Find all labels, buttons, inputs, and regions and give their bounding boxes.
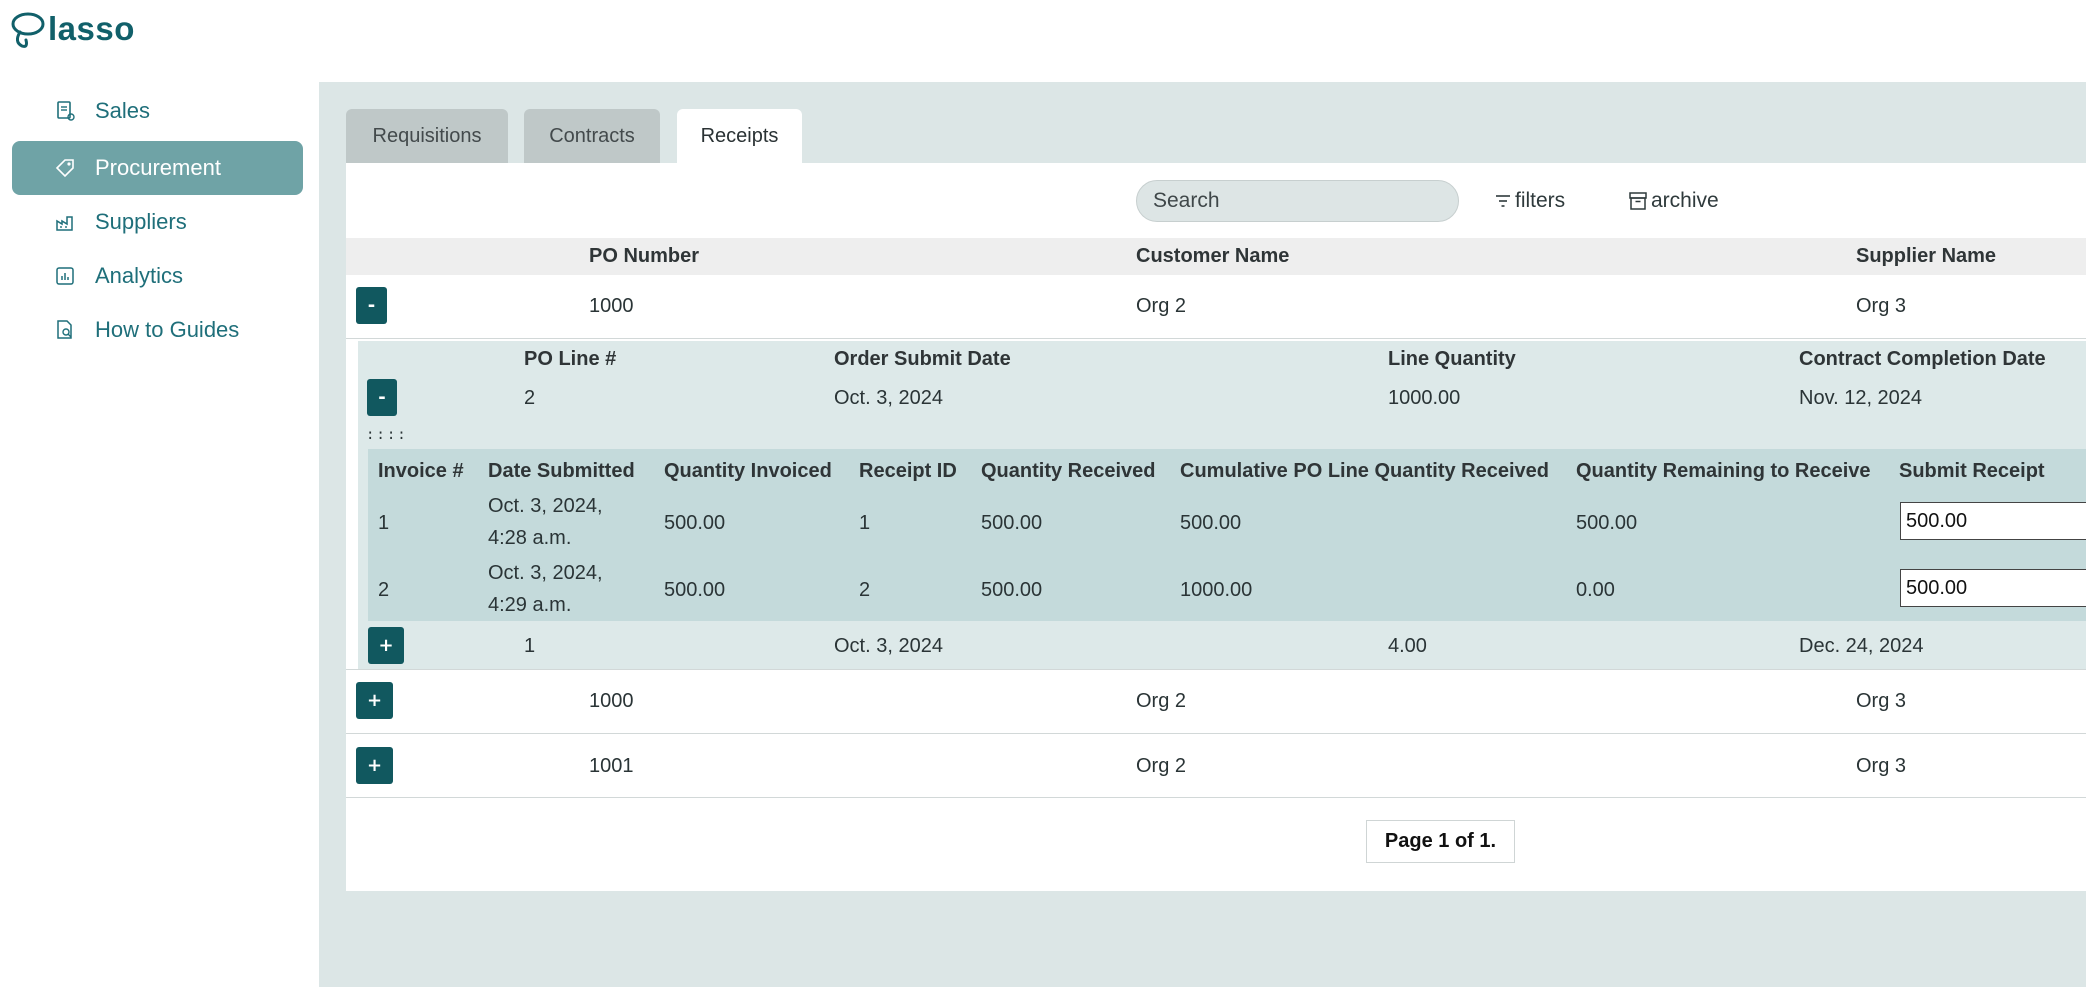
submit-receipt-input[interactable]: 500.00 [1900, 502, 2086, 540]
sidebar-item-label: How to Guides [95, 317, 240, 342]
chart-icon [56, 267, 74, 285]
column-header-line-quantity: Line Quantity [1388, 348, 1516, 370]
guide-icon [57, 320, 72, 339]
sidebar-item-analytics[interactable]: Analytics [12, 249, 303, 303]
date-submitted-cell: Oct. 3, 2024, [488, 495, 603, 517]
sidebar-item-suppliers[interactable]: Suppliers [12, 195, 303, 249]
po-number-cell: 1000 [589, 295, 634, 317]
column-header-quantity-received: Quantity Received [981, 460, 1156, 482]
logo[interactable]: lasso [10, 8, 135, 50]
row-divider [346, 797, 2086, 798]
invoice-cell: 1 [378, 512, 390, 534]
invoice-cell: 2 [378, 579, 390, 601]
tab-contracts[interactable]: Contracts [524, 109, 660, 164]
column-header-contract-completion-date: Contract Completion Date [1799, 348, 2046, 370]
column-header-supplier-name[interactable]: Supplier Name [1856, 245, 1996, 268]
column-header-receipt-id: Receipt ID [859, 460, 957, 482]
pagination-label: Page 1 of 1. [1366, 820, 1515, 863]
contract-completion-date-cell: Nov. 12, 2024 [1799, 387, 1923, 409]
supplier-name-cell: Org 3 [1856, 690, 1907, 712]
date-submitted-time-cell: 4:28 a.m. [488, 527, 572, 549]
column-header-customer-name[interactable]: Customer Name [1136, 245, 1289, 268]
column-header-po-number[interactable]: PO Number [589, 245, 699, 268]
collapse-row-button[interactable]: - [356, 287, 387, 324]
quantity-remaining-cell: 500.00 [1576, 512, 1638, 534]
column-header-invoice: Invoice # [378, 460, 464, 482]
cumulative-received-cell: 1000.00 [1180, 579, 1253, 601]
column-header-submit-receipt: Submit Receipt [1899, 460, 2045, 482]
expand-row-button[interactable]: + [356, 682, 393, 719]
sidebar-item-how-to-guides[interactable]: How to Guides [12, 303, 303, 357]
quantity-invoiced-cell: 500.00 [664, 579, 726, 601]
quantity-remaining-cell: 0.00 [1576, 579, 1615, 601]
filters-label: filters [1515, 189, 1566, 212]
column-header-order-submit-date: Order Submit Date [834, 348, 1011, 370]
date-submitted-cell: Oct. 3, 2024, [488, 562, 603, 584]
tag-icon [55, 159, 74, 178]
receipt-icon [57, 101, 75, 121]
lasso-logo-icon [11, 12, 45, 48]
customer-name-cell: Org 2 [1136, 295, 1187, 317]
date-submitted-time-cell: 4:29 a.m. [488, 594, 572, 616]
quantity-invoiced-cell: 500.00 [664, 512, 726, 534]
expand-row-button[interactable]: + [356, 747, 393, 784]
supplier-name-cell: Org 3 [1856, 755, 1907, 777]
column-header-date-submitted: Date Submitted [488, 460, 635, 482]
expand-line-button[interactable]: + [368, 627, 404, 664]
collapse-line-button[interactable]: - [367, 379, 397, 416]
quantity-received-cell: 500.00 [981, 512, 1043, 534]
submit-receipt-input[interactable]: 500.00 [1900, 569, 2086, 607]
supplier-name-cell: Org 3 [1856, 295, 1907, 317]
row-divider [346, 669, 2086, 670]
sidebar-item-label: Suppliers [95, 209, 187, 234]
order-submit-date-cell: Oct. 3, 2024 [834, 635, 943, 657]
receipt-id-cell: 1 [859, 512, 871, 534]
order-submit-date-cell: Oct. 3, 2024 [834, 387, 943, 409]
customer-name-cell: Org 2 [1136, 690, 1187, 712]
line-quantity-cell: 4.00 [1388, 635, 1427, 657]
archive-button[interactable]: archive [1628, 189, 1719, 213]
po-number-cell: 1001 [589, 755, 634, 777]
app-name: lasso [48, 10, 135, 47]
sidebar-item-label: Analytics [95, 263, 184, 288]
archive-label: archive [1651, 189, 1719, 212]
sidebar-item-label: Procurement [95, 155, 221, 180]
column-header-quantity-remaining: Quantity Remaining to Receive [1576, 460, 1871, 482]
archive-icon [1629, 192, 1647, 210]
sidebar-item-label: Sales [95, 98, 151, 123]
row-divider [346, 733, 2086, 734]
contract-completion-date-cell: Dec. 24, 2024 [1799, 635, 1924, 657]
po-number-cell: 1000 [589, 690, 634, 712]
tab-receipts[interactable]: Receipts [677, 109, 802, 164]
tab-requisitions[interactable]: Requisitions [346, 109, 508, 164]
search-input[interactable]: Search [1136, 180, 1459, 222]
sidebar-item-procurement[interactable]: Procurement [12, 141, 303, 195]
filters-button[interactable]: filters [1494, 189, 1565, 213]
drag-handle[interactable]: :::: [366, 427, 408, 443]
column-header-quantity-invoiced: Quantity Invoiced [664, 460, 832, 482]
line-quantity-cell: 1000.00 [1388, 387, 1461, 409]
po-line-cell: 1 [524, 635, 536, 657]
customer-name-cell: Org 2 [1136, 755, 1187, 777]
receipt-id-cell: 2 [859, 579, 871, 601]
row-divider [346, 338, 2086, 339]
column-header-po-line: PO Line # [524, 348, 617, 370]
column-header-cumulative-received: Cumulative PO Line Quantity Received [1180, 460, 1549, 482]
sidebar-item-sales[interactable]: Sales [12, 84, 303, 138]
filter-icon [1496, 195, 1510, 207]
factory-icon [56, 216, 73, 231]
quantity-received-cell: 500.00 [981, 579, 1043, 601]
cumulative-received-cell: 500.00 [1180, 512, 1242, 534]
po-line-cell: 2 [524, 387, 536, 409]
